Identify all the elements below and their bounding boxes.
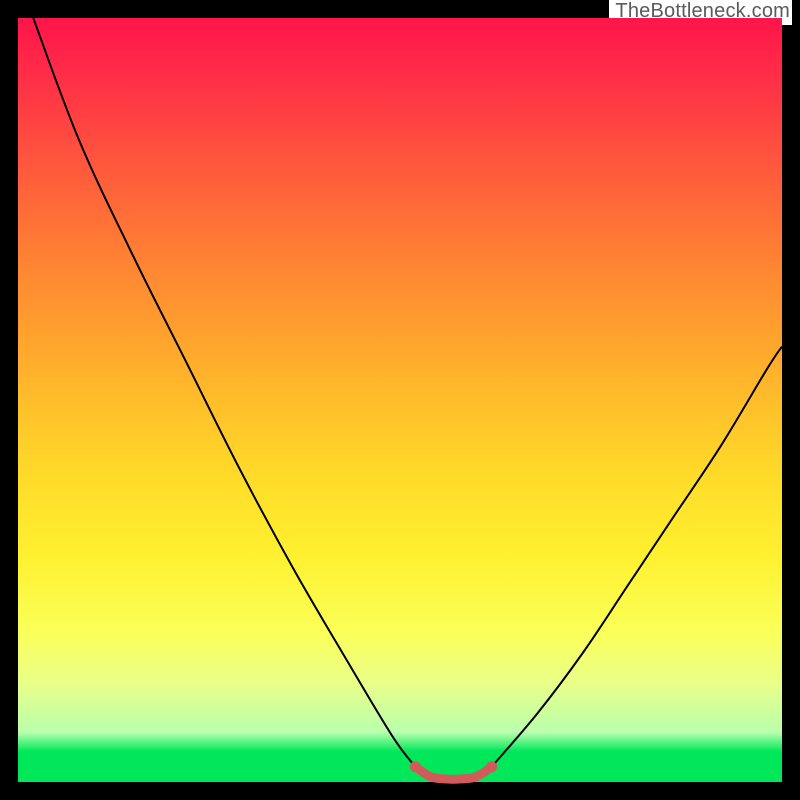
plot-area [18,18,782,782]
right-branch [492,347,782,767]
chart-svg [18,18,782,782]
left-branch [33,18,415,767]
chart-frame: TheBottleneck.com [0,0,800,800]
optimal-left-cap [410,761,421,772]
curve-group [33,18,782,779]
optimal-right-cap [486,761,497,772]
optimal-zone-line [415,767,491,780]
